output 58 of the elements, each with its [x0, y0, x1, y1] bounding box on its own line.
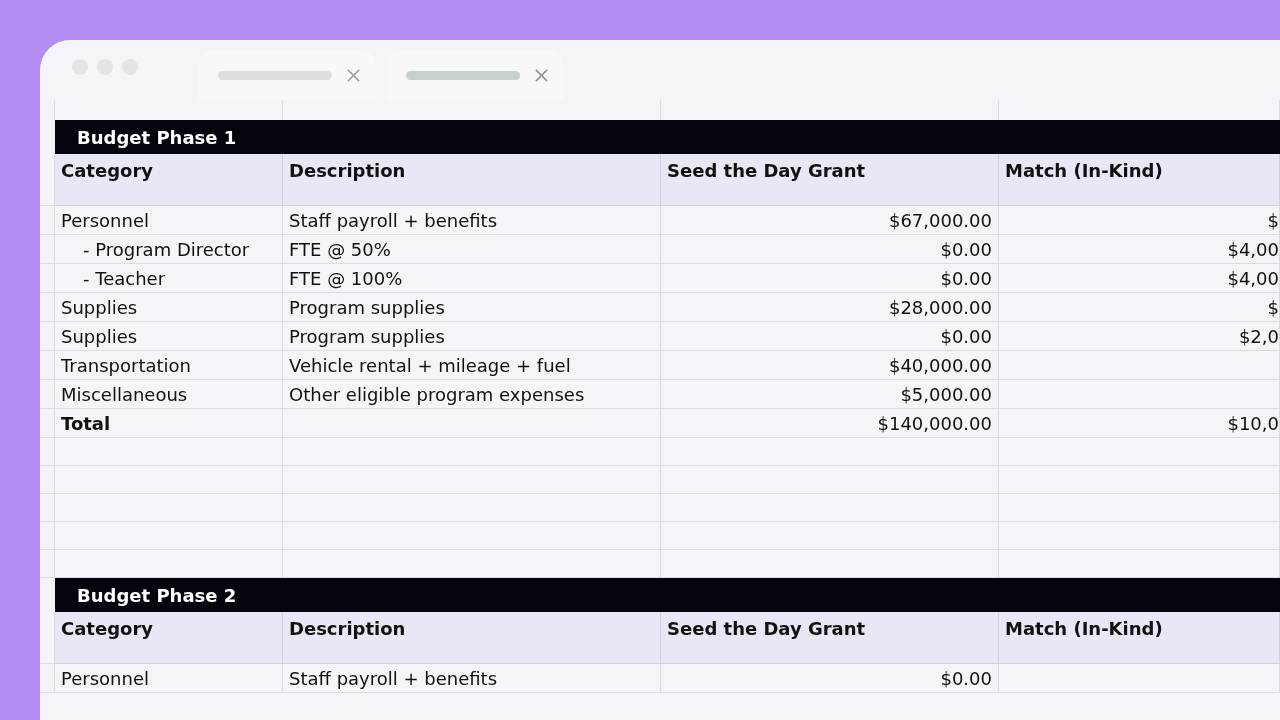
column-header: Match (In-Kind) — [999, 612, 1280, 664]
section-title: Budget Phase 2 — [55, 578, 1280, 612]
table-cell: Staff payroll + benefits — [283, 664, 661, 693]
table-cell: Transportation — [55, 351, 283, 380]
table-cell: $4,00 — [999, 264, 1280, 293]
row-header — [40, 494, 55, 522]
table-cell: Supplies — [55, 322, 283, 351]
table-cell: FTE @ 100% — [283, 264, 661, 293]
column-header: Description — [283, 612, 661, 664]
table-cell: Program supplies — [283, 322, 661, 351]
table-cell: Staff payroll + benefits — [283, 206, 661, 235]
table-cell: Program supplies — [283, 293, 661, 322]
row-header — [40, 409, 55, 438]
column-header: Match (In-Kind) — [999, 154, 1280, 206]
table-cell: $40,000.00 — [661, 351, 999, 380]
table-cell: $5,000.00 — [661, 380, 999, 409]
table-cell: $ — [999, 206, 1280, 235]
row-header — [40, 322, 55, 351]
row-header — [40, 380, 55, 409]
column-header: Seed the Day Grant — [661, 154, 999, 206]
table-cell: $4,00 — [999, 235, 1280, 264]
row-header — [40, 550, 55, 578]
table-cell: $67,000.00 — [661, 206, 999, 235]
table-cell: Personnel — [55, 664, 283, 693]
section-title: Budget Phase 1 — [55, 120, 1280, 154]
table-cell: Vehicle rental + mileage + fuel — [283, 351, 661, 380]
row-header — [40, 293, 55, 322]
table-cell: Other eligible program expenses — [283, 380, 661, 409]
table-cell: Supplies — [55, 293, 283, 322]
table-cell: - Program Director — [55, 235, 283, 264]
table-cell: $0.00 — [661, 664, 999, 693]
table-cell: Personnel — [55, 206, 283, 235]
row-header — [40, 351, 55, 380]
table-cell: $ — [999, 293, 1280, 322]
table-cell: $140,000.00 — [661, 409, 999, 438]
table-cell: $0.00 — [661, 264, 999, 293]
table-cell: Total — [55, 409, 283, 438]
table-cell: $0.00 — [661, 235, 999, 264]
close-icon[interactable] — [346, 67, 361, 83]
column-header: Seed the Day Grant — [661, 612, 999, 664]
close-icon[interactable] — [534, 67, 549, 83]
browser-tab[interactable] — [386, 50, 564, 100]
row-header — [40, 438, 55, 466]
browser-tab[interactable] — [198, 50, 376, 100]
table-cell: $28,000.00 — [661, 293, 999, 322]
table-cell: - Teacher — [55, 264, 283, 293]
column-header: Category — [55, 612, 283, 664]
table-cell: Miscellaneous — [55, 380, 283, 409]
row-header — [40, 522, 55, 550]
column-header: Description — [283, 154, 661, 206]
row-header — [40, 235, 55, 264]
table-cell: $2,0 — [999, 322, 1280, 351]
table-cell: $10,0 — [999, 409, 1280, 438]
row-header — [40, 264, 55, 293]
table-cell: $0.00 — [661, 322, 999, 351]
row-header — [40, 466, 55, 494]
column-header: Category — [55, 154, 283, 206]
table-cell: FTE @ 50% — [283, 235, 661, 264]
